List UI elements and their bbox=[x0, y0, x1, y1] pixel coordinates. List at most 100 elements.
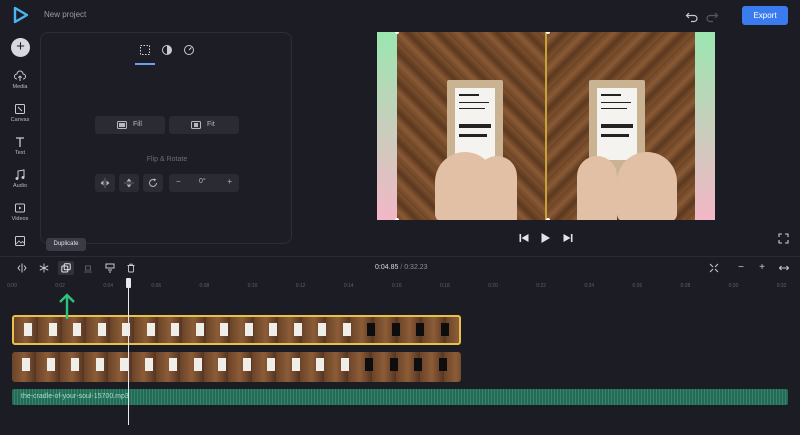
ruler-tick: 0:14 bbox=[343, 283, 354, 289]
left-sidebar: + Media Canvas Text Audio Videos bbox=[0, 32, 40, 252]
panel-tabs bbox=[135, 41, 206, 65]
skip-back-icon[interactable] bbox=[518, 232, 530, 244]
clip-frame-thumbnail bbox=[414, 358, 422, 371]
current-time: 0:04.85 bbox=[375, 264, 399, 271]
fill-button[interactable]: Fill bbox=[95, 116, 165, 134]
skip-forward-icon[interactable] bbox=[562, 232, 574, 244]
sidebar-item-media[interactable]: Media bbox=[0, 70, 40, 100]
ruler-tick: 0:02 bbox=[55, 283, 65, 289]
clip-frame-thumbnail bbox=[24, 323, 32, 336]
redo-icon[interactable] bbox=[705, 9, 719, 23]
undo-icon[interactable] bbox=[685, 9, 699, 23]
ruler-tick: 0:24 bbox=[584, 283, 595, 289]
rotation-stepper[interactable]: − 0° + bbox=[169, 174, 239, 192]
audio-clip-label: the-cradle-of-your-soul-15700.mp3 bbox=[21, 393, 129, 400]
time-separator: / bbox=[400, 264, 403, 271]
tab-speed[interactable] bbox=[182, 43, 196, 57]
shipping-label-right bbox=[597, 88, 637, 160]
fill-icon bbox=[117, 121, 127, 129]
rotation-increase-button[interactable]: + bbox=[227, 177, 232, 186]
ruler-tick: 0:00 bbox=[7, 283, 17, 289]
clip-frame-thumbnail bbox=[242, 358, 251, 371]
fill-label: Fill bbox=[133, 121, 142, 128]
app-logo-icon[interactable] bbox=[12, 6, 30, 24]
playhead-handle[interactable] bbox=[126, 278, 131, 288]
clip-frame-thumbnail bbox=[71, 358, 79, 371]
flip-vertical-button[interactable] bbox=[119, 174, 139, 192]
clip-frame-thumbnail bbox=[340, 358, 349, 371]
playhead[interactable] bbox=[128, 280, 129, 425]
sidebar-item-text[interactable]: Text bbox=[0, 136, 40, 166]
export-button[interactable]: Export bbox=[742, 6, 788, 25]
timeline-ruler[interactable]: 0:00 0:02 0:04 0:06 0:08 0:10 0:12 0:14 0:16 0:18… bbox=[0, 281, 800, 293]
video-clip-selected[interactable] bbox=[12, 315, 461, 345]
clip-frame-thumbnail bbox=[367, 323, 375, 336]
clip-frame-thumbnail bbox=[293, 323, 302, 336]
project-title[interactable]: New project bbox=[44, 10, 86, 19]
clip-frame-thumbnail bbox=[365, 358, 373, 371]
flip-horizontal-button[interactable] bbox=[95, 174, 115, 192]
play-icon[interactable] bbox=[539, 232, 551, 244]
zoom-out-button[interactable]: − bbox=[733, 261, 749, 275]
music-icon bbox=[15, 169, 25, 180]
ruler-tick: 0:16 bbox=[391, 283, 402, 289]
resize-handle-bottom-left[interactable] bbox=[395, 218, 399, 220]
clip-frame-thumbnail bbox=[291, 358, 300, 371]
fit-button[interactable]: Fit bbox=[169, 116, 239, 134]
delete-button[interactable] bbox=[123, 261, 139, 275]
ruler-tick: 0:08 bbox=[199, 283, 210, 289]
align-button[interactable] bbox=[80, 261, 96, 275]
resize-handle-bottom-center[interactable] bbox=[546, 218, 550, 220]
fit-to-screen-button[interactable] bbox=[706, 261, 722, 275]
sidebar-item-label: Canvas bbox=[10, 117, 30, 123]
video-clip-2[interactable] bbox=[12, 352, 461, 382]
ruler-tick: 0:18 bbox=[440, 283, 450, 289]
sidebar-item-label: Audio bbox=[12, 183, 28, 189]
time-readout: 0:04.85 / 0:32.23 bbox=[375, 264, 428, 271]
clip-frame-thumbnail bbox=[342, 323, 351, 336]
ruler-tick: 0:32 bbox=[776, 283, 787, 289]
crop-grid-icon bbox=[140, 45, 150, 55]
add-media-button[interactable]: + bbox=[11, 38, 30, 57]
clip-frame-thumbnail bbox=[269, 323, 277, 336]
freeze-button[interactable] bbox=[36, 261, 52, 275]
tab-crop[interactable] bbox=[135, 43, 155, 65]
expand-horizontal-icon bbox=[779, 265, 789, 271]
sidebar-item-canvas[interactable]: Canvas bbox=[0, 103, 40, 133]
sidebar-item-audio[interactable]: Audio bbox=[0, 169, 40, 199]
fit-icon bbox=[191, 121, 201, 129]
clip-frame-thumbnail bbox=[171, 323, 179, 336]
hand-left-2 bbox=[477, 156, 517, 220]
split-button[interactable] bbox=[14, 261, 30, 275]
tab-color[interactable] bbox=[160, 43, 174, 57]
snowflake-icon bbox=[39, 263, 49, 273]
flip-vertical-icon bbox=[124, 178, 134, 188]
ruler-tick: 0:10 bbox=[247, 283, 258, 289]
clip-frame-thumbnail bbox=[48, 323, 57, 336]
sidebar-item-videos[interactable]: Videos bbox=[0, 202, 40, 232]
clip-frame-thumbnail bbox=[169, 358, 177, 371]
clip-frame-thumbnail bbox=[97, 323, 106, 336]
properties-panel: Fill Fit Flip & Rotate − 0° + bbox=[40, 32, 292, 244]
ruler-tick: 0:04 bbox=[103, 283, 114, 289]
clip-frame-thumbnail bbox=[244, 323, 253, 336]
rotation-decrease-button[interactable]: − bbox=[176, 177, 181, 186]
canvas-icon bbox=[15, 104, 25, 114]
clip-frame-thumbnail bbox=[267, 358, 275, 371]
detach-button[interactable] bbox=[102, 261, 118, 275]
rotate-button[interactable] bbox=[143, 174, 163, 192]
video-icon bbox=[15, 203, 25, 213]
ruler-tick: 0:06 bbox=[151, 283, 162, 289]
clip-frame-thumbnail bbox=[416, 323, 424, 336]
video-preview[interactable] bbox=[377, 32, 715, 220]
zoom-in-button[interactable]: + bbox=[754, 261, 770, 275]
duplicate-button[interactable] bbox=[58, 261, 74, 275]
fullscreen-icon[interactable] bbox=[778, 233, 789, 244]
clip-frame-thumbnail bbox=[318, 323, 326, 336]
sidebar-item-label: Text bbox=[14, 150, 26, 156]
expand-timeline-button[interactable] bbox=[776, 261, 792, 275]
sidebar-item-label: Media bbox=[12, 84, 28, 90]
align-icon bbox=[84, 265, 92, 273]
compress-icon bbox=[709, 263, 719, 273]
flip-rotate-label: Flip & Rotate bbox=[146, 156, 188, 163]
